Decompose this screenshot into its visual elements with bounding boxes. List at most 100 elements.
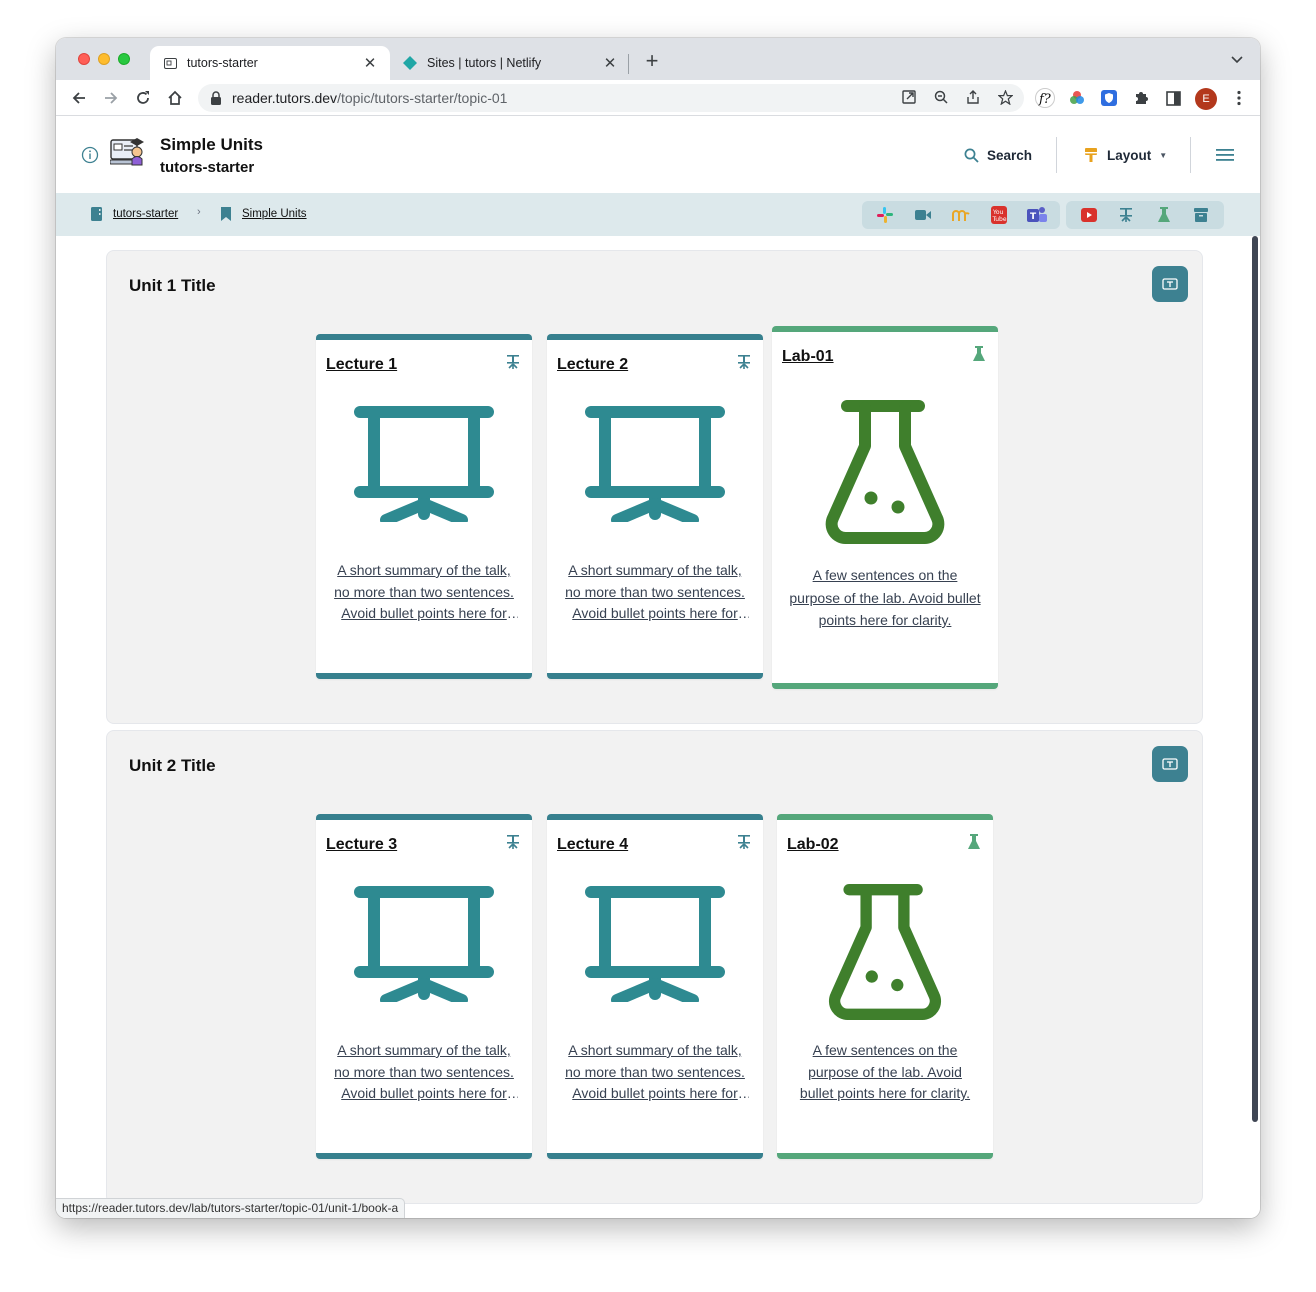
video-camera-icon[interactable] xyxy=(906,203,940,227)
new-tab-button[interactable]: + xyxy=(640,50,664,74)
zoom-icon[interactable] xyxy=(932,88,950,106)
search-label: Search xyxy=(987,147,1033,163)
hamburger-menu-button[interactable] xyxy=(1216,141,1234,169)
card-title[interactable]: Lecture 1 xyxy=(326,356,397,374)
card-title[interactable]: Lecture 4 xyxy=(557,836,628,854)
breadcrumb-item-topic[interactable]: Simple Units xyxy=(219,206,307,222)
video-play-icon[interactable] xyxy=(1072,203,1106,227)
unit-toggle-button[interactable] xyxy=(1152,266,1188,302)
search-icon xyxy=(964,148,979,163)
course-logo[interactable] xyxy=(109,133,146,169)
lecture-presentation-icon[interactable] xyxy=(1110,203,1144,227)
puzzle-extensions-icon[interactable] xyxy=(1130,87,1152,109)
slack-icon[interactable] xyxy=(868,203,902,227)
share-icon[interactable] xyxy=(964,88,982,106)
unit-toggle-button[interactable] xyxy=(1152,746,1188,782)
search-button[interactable]: Search xyxy=(964,141,1032,169)
topic-content[interactable]: Unit 1 Title Lecture 1 A short summary o… xyxy=(56,236,1260,1218)
lab-flask-icon[interactable] xyxy=(1147,203,1181,227)
lab-card[interactable]: Lab-02 A few sentences on the purpose of… xyxy=(777,814,993,1159)
layout-label: Layout xyxy=(1107,147,1152,163)
card-summary[interactable]: A short summary of the talk, no more tha… xyxy=(316,560,532,625)
minimize-window-button[interactable] xyxy=(98,53,110,65)
presentation-icon xyxy=(547,884,763,1002)
moodle-icon[interactable] xyxy=(944,203,978,227)
card-summary[interactable]: A short summary of the talk, no more tha… xyxy=(547,1040,763,1105)
svg-text:f?: f? xyxy=(1038,92,1052,107)
bookmark-star-icon[interactable] xyxy=(996,88,1014,106)
maximize-window-button[interactable] xyxy=(118,53,130,65)
companion-apps-group: You Tube T xyxy=(862,201,1060,229)
unit-card: Unit 2 Title Lecture 3 A short summary o… xyxy=(106,730,1203,1204)
lab-type-icon xyxy=(968,834,980,849)
shield-extension-icon[interactable] xyxy=(1098,87,1120,109)
link-status-bar: https://reader.tutors.dev/lab/tutors-sta… xyxy=(56,1198,406,1218)
lecture-card[interactable]: Lecture 4 A short summary of the talk, n… xyxy=(547,814,763,1159)
url-path: /topic/tutors-starter/topic-01 xyxy=(337,90,508,106)
svg-text:T: T xyxy=(1030,212,1037,222)
card-title[interactable]: Lab-02 xyxy=(787,836,839,854)
svg-text:Tube: Tube xyxy=(992,216,1007,223)
profile-avatar[interactable]: E xyxy=(1195,88,1217,110)
lab-card[interactable]: Lab-01 A few sentences on the purpose of… xyxy=(772,326,998,689)
summary-text[interactable]: A short summary of the talk, no more tha… xyxy=(330,560,518,625)
url-host: reader.tutors.dev xyxy=(232,90,338,106)
lecture-type-icon xyxy=(507,835,519,849)
summary-text[interactable]: A few sentences on the purpose of the la… xyxy=(791,1040,979,1105)
card-summary[interactable]: A few sentences on the purpose of the la… xyxy=(772,564,998,632)
card-summary[interactable]: A short summary of the talk, no more tha… xyxy=(547,560,763,625)
scrollbar-thumb[interactable] xyxy=(1252,236,1258,1122)
tab-netlify[interactable]: Sites | tutors | Netlify ✕ xyxy=(390,46,630,80)
flask-icon xyxy=(772,400,998,544)
open-in-app-icon[interactable] xyxy=(900,88,918,106)
bookmark-icon xyxy=(221,207,231,221)
color-picker-extension-icon[interactable] xyxy=(1066,87,1088,109)
course-title: Simple Units xyxy=(160,135,263,154)
reload-icon[interactable] xyxy=(132,87,154,109)
breadcrumb-item-course[interactable]: tutors-starter xyxy=(90,206,178,222)
summary-text[interactable]: A short summary of the talk, no more tha… xyxy=(561,1040,749,1105)
unit-icon xyxy=(1162,758,1178,770)
address-bar[interactable]: reader.tutors.dev/topic/tutors-starter/t… xyxy=(198,84,1024,112)
caret-down-icon: ▼ xyxy=(1159,150,1168,160)
lecture-card[interactable]: Lecture 3 A short summary of the talk, n… xyxy=(316,814,532,1159)
archive-icon[interactable] xyxy=(1185,203,1219,227)
close-window-button[interactable] xyxy=(78,53,90,65)
tab-search-chevron-icon[interactable] xyxy=(1230,52,1246,68)
side-panel-icon[interactable] xyxy=(1162,87,1184,109)
chevron-right-icon: › xyxy=(197,206,201,218)
youtube-icon[interactable]: You Tube xyxy=(982,203,1016,227)
card-title[interactable]: Lecture 2 xyxy=(557,356,628,374)
summary-text[interactable]: A short summary of the talk, no more tha… xyxy=(330,1040,518,1105)
header-divider xyxy=(1190,137,1191,173)
netlify-icon xyxy=(402,55,418,71)
tab-title: Sites | tutors | Netlify xyxy=(427,56,542,70)
close-tab-icon[interactable]: ✕ xyxy=(602,54,618,72)
book-icon xyxy=(91,207,102,221)
card-title[interactable]: Lecture 3 xyxy=(326,836,397,854)
info-icon[interactable] xyxy=(81,146,99,164)
presentation-icon xyxy=(547,404,763,522)
tab-tutors-starter[interactable]: tutors-starter ✕ xyxy=(150,46,390,80)
header-divider xyxy=(1056,137,1057,173)
back-arrow-icon[interactable] xyxy=(68,87,90,109)
forward-arrow-icon[interactable] xyxy=(100,87,122,109)
lecture-card[interactable]: Lecture 2 A short summary of the talk, n… xyxy=(547,334,763,679)
teams-icon[interactable]: T xyxy=(1020,203,1054,227)
lecture-card[interactable]: Lecture 1 A short summary of the talk, n… xyxy=(316,334,532,679)
content-types-group xyxy=(1066,201,1224,229)
summary-text[interactable]: A short summary of the talk, no more tha… xyxy=(561,560,749,625)
formula-extension-icon[interactable]: f? xyxy=(1034,87,1056,109)
card-summary[interactable]: A few sentences on the purpose of the la… xyxy=(777,1040,993,1105)
hamburger-icon xyxy=(1216,149,1234,161)
breadcrumb-link[interactable]: Simple Units xyxy=(242,208,307,220)
breadcrumb-link[interactable]: tutors-starter xyxy=(113,208,178,220)
card-summary[interactable]: A short summary of the talk, no more tha… xyxy=(316,1040,532,1105)
lecture-type-icon xyxy=(507,355,519,369)
close-tab-icon[interactable]: ✕ xyxy=(362,54,378,72)
kebab-menu-icon[interactable] xyxy=(1228,87,1250,109)
home-icon[interactable] xyxy=(164,87,186,109)
summary-text[interactable]: A few sentences on the purpose of the la… xyxy=(786,564,984,632)
layout-button[interactable]: Layout ▼ xyxy=(1084,141,1167,169)
card-title[interactable]: Lab-01 xyxy=(782,348,834,366)
